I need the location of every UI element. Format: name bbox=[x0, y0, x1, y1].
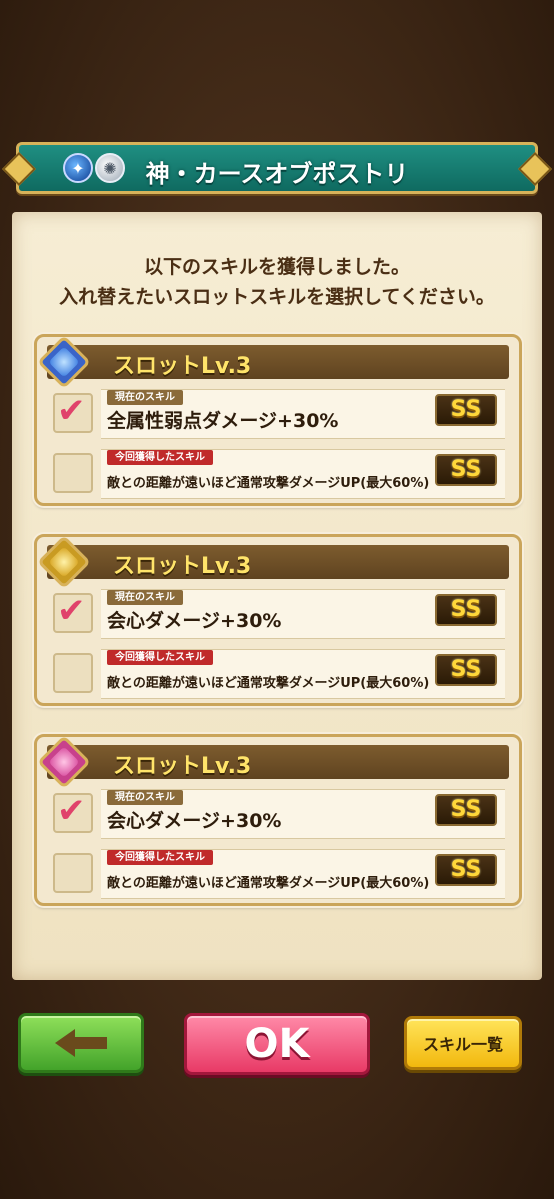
current-skill-row[interactable]: ✔ 現在のスキル 全属性弱点ダメージ+30% SS bbox=[47, 385, 509, 441]
skill-rank-badge: SS bbox=[435, 654, 497, 686]
skill-rank-badge: SS bbox=[435, 854, 497, 886]
new-skill-name: 敵との距離が遠いほど通常攻撃ダメージUP(最大60%) bbox=[107, 676, 430, 691]
current-skill-checkbox[interactable]: ✔ bbox=[53, 591, 93, 633]
slot-card-2: スロットLv.3 ✔ 現在のスキル 会心ダメージ+30% SS 今回獲得したスキ… bbox=[34, 534, 522, 706]
slot-title: スロットLv.3 bbox=[113, 354, 252, 379]
skill-rank-badge: SS bbox=[435, 594, 497, 626]
new-skill-name: 敵との距離が遠いほど通常攻撃ダメージUP(最大60%) bbox=[107, 876, 430, 891]
back-button[interactable] bbox=[18, 1013, 144, 1073]
new-skill-row[interactable]: 今回獲得したスキル 敵との距離が遠いほど通常攻撃ダメージUP(最大60%) SS bbox=[47, 645, 509, 701]
slot-header: スロットLv.3 bbox=[47, 345, 509, 379]
dialog-title-bar: ✦ ✺ 神・カースオブポストリ bbox=[2, 142, 552, 194]
slot-title: スロットLv.3 bbox=[113, 754, 252, 779]
current-skill-checkbox[interactable]: ✔ bbox=[53, 391, 93, 433]
current-skill-box[interactable]: 現在のスキル 会心ダメージ+30% SS bbox=[101, 789, 505, 839]
slot-card-3: スロットLv.3 ✔ 現在のスキル 会心ダメージ+30% SS 今回獲得したスキ… bbox=[34, 734, 522, 906]
skill-rank-badge: SS bbox=[435, 394, 497, 426]
check-icon: ✔ bbox=[57, 791, 86, 831]
current-skill-tag: 現在のスキル bbox=[107, 390, 183, 405]
new-skill-box[interactable]: 今回獲得したスキル 敵との距離が遠いほど通常攻撃ダメージUP(最大60%) SS bbox=[101, 649, 505, 699]
slot-gem-icon bbox=[37, 335, 91, 389]
current-skill-name: 会心ダメージ+30% bbox=[107, 610, 282, 632]
current-skill-tag: 現在のスキル bbox=[107, 790, 183, 805]
intro-line-2: 入れ替えたいスロットスキルを選択してください。 bbox=[59, 286, 495, 308]
dialog-title: 神・カースオブポストリ bbox=[145, 160, 409, 188]
current-skill-row[interactable]: ✔ 現在のスキル 会心ダメージ+30% SS bbox=[47, 585, 509, 641]
new-skill-box[interactable]: 今回獲得したスキル 敵との距離が遠いほど通常攻撃ダメージUP(最大60%) SS bbox=[101, 449, 505, 499]
check-icon: ✔ bbox=[57, 591, 86, 631]
new-skill-checkbox[interactable] bbox=[53, 453, 93, 493]
new-skill-tag: 今回獲得したスキル bbox=[107, 850, 213, 865]
intro-line-1: 以下のスキルを獲得しました。 bbox=[143, 256, 410, 278]
intro-message: 以下のスキルを獲得しました。 入れ替えたいスロットスキルを選択してください。 bbox=[0, 252, 554, 312]
slot-title: スロットLv.3 bbox=[113, 554, 252, 579]
slot-card-1: スロットLv.3 ✔ 現在のスキル 全属性弱点ダメージ+30% SS 今回獲得し… bbox=[34, 334, 522, 506]
skill-rank-badge: SS bbox=[435, 794, 497, 826]
current-skill-checkbox[interactable]: ✔ bbox=[53, 791, 93, 833]
skill-rank-badge: SS bbox=[435, 454, 497, 486]
slot-header: スロットLv.3 bbox=[47, 745, 509, 779]
new-skill-row[interactable]: 今回獲得したスキル 敵との距離が遠いほど通常攻撃ダメージUP(最大60%) SS bbox=[47, 445, 509, 501]
new-skill-checkbox[interactable] bbox=[53, 853, 93, 893]
current-skill-box[interactable]: 現在のスキル 会心ダメージ+30% SS bbox=[101, 589, 505, 639]
left-arrow-icon bbox=[55, 1029, 75, 1057]
current-skill-tag: 現在のスキル bbox=[107, 590, 183, 605]
current-skill-row[interactable]: ✔ 現在のスキル 会心ダメージ+30% SS bbox=[47, 785, 509, 841]
slot-gem-icon bbox=[37, 735, 91, 789]
slot-header: スロットLv.3 bbox=[47, 545, 509, 579]
new-skill-checkbox[interactable] bbox=[53, 653, 93, 693]
current-skill-name: 会心ダメージ+30% bbox=[107, 810, 282, 832]
new-skill-name: 敵との距離が遠いほど通常攻撃ダメージUP(最大60%) bbox=[107, 476, 430, 491]
skill-list-button[interactable]: スキル一覧 bbox=[404, 1016, 522, 1070]
slot-gem-icon bbox=[37, 535, 91, 589]
ok-button[interactable]: OK bbox=[184, 1013, 370, 1075]
check-icon: ✔ bbox=[57, 391, 86, 431]
current-skill-box[interactable]: 現在のスキル 全属性弱点ダメージ+30% SS bbox=[101, 389, 505, 439]
new-skill-tag: 今回獲得したスキル bbox=[107, 450, 213, 465]
new-skill-row[interactable]: 今回獲得したスキル 敵との距離が遠いほど通常攻撃ダメージUP(最大60%) SS bbox=[47, 845, 509, 901]
new-skill-tag: 今回獲得したスキル bbox=[107, 650, 213, 665]
new-skill-box[interactable]: 今回獲得したスキル 敵との距離が遠いほど通常攻撃ダメージUP(最大60%) SS bbox=[101, 849, 505, 899]
current-skill-name: 全属性弱点ダメージ+30% bbox=[107, 410, 339, 432]
